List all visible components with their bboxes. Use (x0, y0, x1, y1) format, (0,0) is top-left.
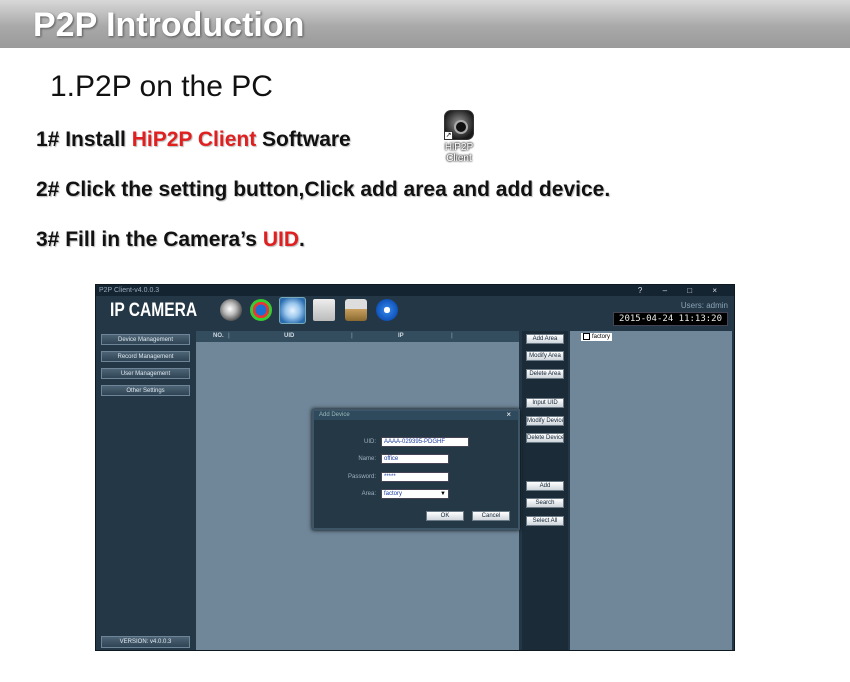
chevron-down-icon: ▼ (440, 491, 446, 497)
step-3-suffix: . (298, 228, 305, 251)
banner-title: P2P Introduction (33, 6, 305, 44)
sidebar-item-other-settings[interactable]: Other Settings (101, 385, 190, 396)
step-3-prefix: 3# Fill in the Camera’s (36, 228, 263, 251)
tree-item-factory[interactable]: factory (581, 333, 613, 342)
power-icon[interactable] (376, 299, 398, 321)
step-1: 1# Install HiP2P Client Software (36, 128, 351, 152)
area-select[interactable]: factory ▼ (381, 489, 449, 499)
grid-header-no[interactable]: NO. (213, 331, 224, 342)
ok-button[interactable]: OK (426, 511, 464, 521)
sidebar-item-device-management[interactable]: Device Management (101, 334, 190, 345)
step-3: 3# Fill in the Camera’s UID. (36, 228, 305, 252)
uid-label: UID: (364, 439, 376, 445)
dialog-title-text: Add Device (319, 412, 350, 418)
banner: P2P Introduction (0, 0, 850, 48)
grid-header-ip[interactable]: IP (398, 331, 404, 342)
select-all-button[interactable]: Select All (526, 516, 564, 526)
uid-field[interactable]: AAAA-029395-PDGHF (381, 437, 469, 447)
grid-divider: | (351, 333, 353, 339)
window-controls[interactable]: ? – □ × (638, 285, 726, 296)
delete-area-button[interactable]: Delete Area (526, 369, 564, 379)
map-icon[interactable] (313, 299, 335, 321)
area-tree: factory (570, 331, 732, 650)
webcam-icon[interactable] (220, 299, 242, 321)
add-area-button[interactable]: Add Area (526, 334, 564, 344)
version-button[interactable]: VERSION: v4.0.0.3 (101, 636, 190, 648)
clock-display: 2015-04-24 11:13:20 (613, 312, 728, 326)
modify-device-button[interactable]: Modify Device (526, 416, 564, 426)
section-heading: 1.P2P on the PC (50, 70, 273, 103)
sidebar: Device Management Record Management User… (96, 331, 194, 650)
app-logo: IP CAMERA (110, 300, 198, 321)
step-1-highlight: HiP2P Client (131, 128, 257, 151)
password-field[interactable]: ***** (381, 472, 449, 482)
step-1-suffix: Software (256, 128, 351, 151)
step-3-highlight: UID (262, 228, 299, 251)
desktop-icon-label: HiP2P Client (444, 142, 474, 164)
shortcut-arrow-icon: ↗ (444, 131, 453, 140)
users-label: Users: admin (680, 301, 728, 310)
p2p-client-window: P2P Client-v4.0.0.3 ? – □ × IP CAMERA Us… (95, 284, 735, 651)
modify-area-button[interactable]: Modify Area (526, 351, 564, 361)
sidebar-item-user-management[interactable]: User Management (101, 368, 190, 379)
search-button[interactable]: Search (526, 498, 564, 508)
playback-icon[interactable] (250, 299, 272, 321)
grid-header-uid[interactable]: UID (284, 331, 294, 342)
window-titlebar: P2P Client-v4.0.0.3 ? – □ × (96, 285, 734, 296)
step-1-prefix: 1# Install (36, 128, 132, 151)
grid-divider: | (228, 333, 230, 339)
button-column: Add Area Modify Area Delete Area Input U… (522, 331, 568, 650)
hip2p-client-icon[interactable]: ↗ HiP2P Client (438, 110, 480, 172)
delete-device-button[interactable]: Delete Device (526, 433, 564, 443)
step-2: 2# Click the setting button,Click add ar… (36, 178, 611, 201)
add-device-dialog: Add Device × UID: AAAA-029395-PDGHF Name… (312, 409, 520, 530)
sidebar-item-record-management[interactable]: Record Management (101, 351, 190, 362)
password-label: Password: (347, 474, 376, 480)
dialog-title: Add Device × (314, 410, 518, 420)
lock-icon[interactable] (345, 299, 367, 321)
area-label: Area: (361, 491, 376, 497)
input-uid-button[interactable]: Input UID (526, 398, 564, 408)
close-icon[interactable]: × (506, 410, 511, 419)
settings-icon[interactable] (279, 297, 306, 324)
grid-divider: | (451, 333, 453, 339)
cancel-button[interactable]: Cancel (472, 511, 510, 521)
add-button[interactable]: Add (526, 481, 564, 491)
area-select-value: factory (384, 491, 403, 497)
window-title: P2P Client-v4.0.0.3 (99, 287, 160, 294)
name-label: Name: (358, 456, 376, 462)
grid-header: NO. | UID | IP | (196, 331, 519, 342)
name-field[interactable]: office (381, 454, 449, 464)
